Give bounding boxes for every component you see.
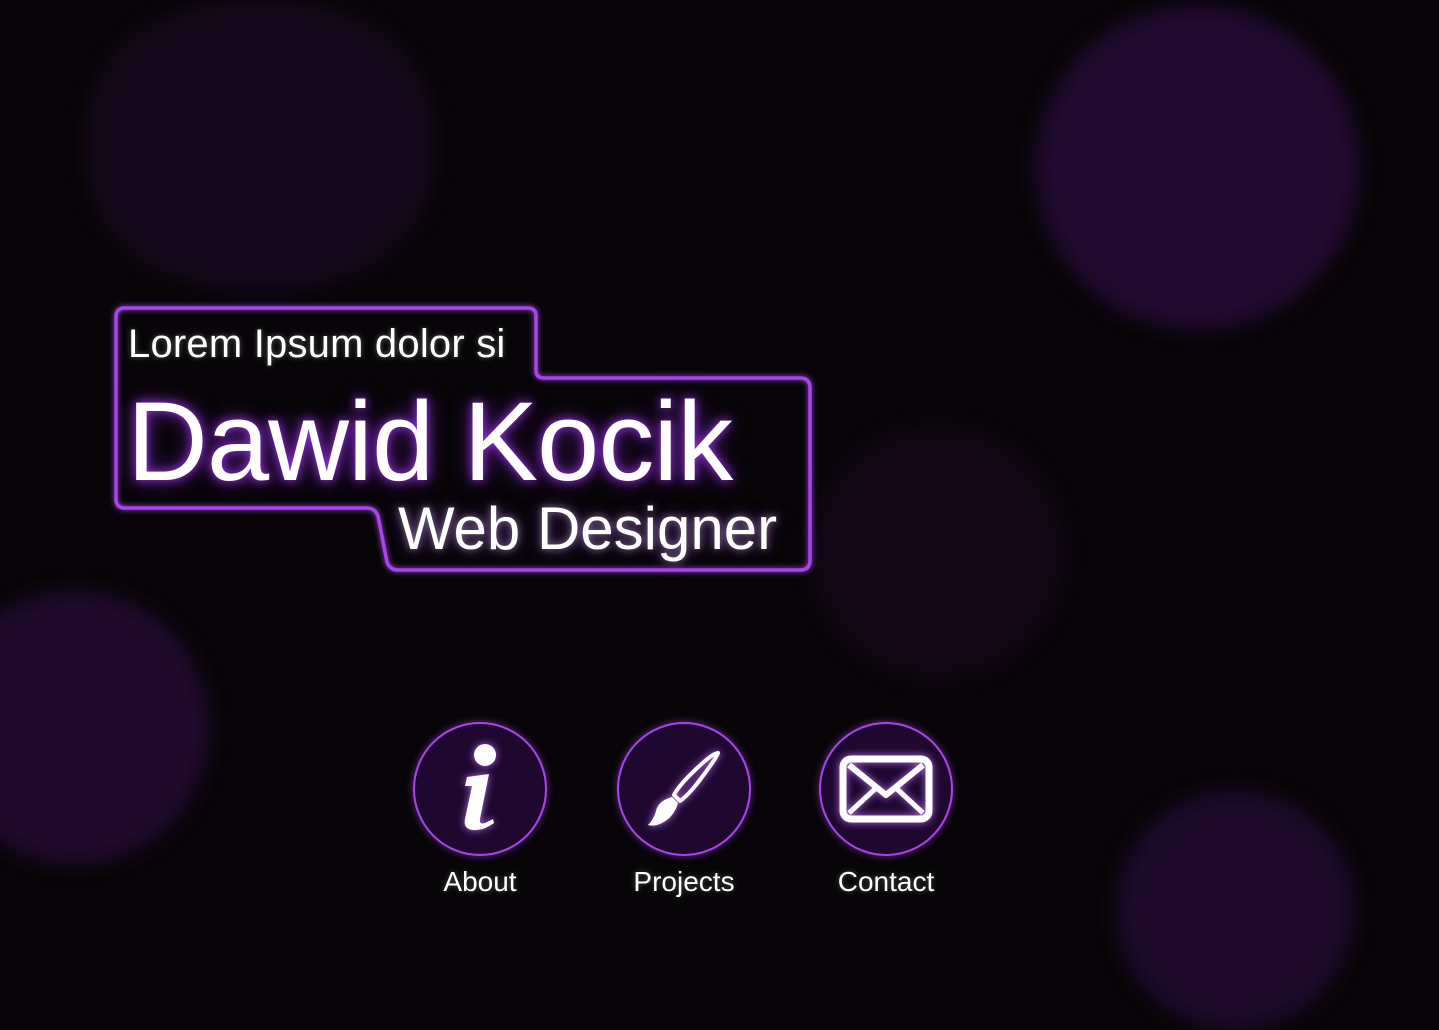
nav-contact[interactable]: Contact: [796, 722, 976, 900]
nav-contact-label: Contact: [837, 866, 935, 897]
nav-about-label: About: [443, 866, 517, 897]
page-title: Dawid Kocik: [127, 379, 733, 504]
info-icon: [464, 744, 496, 831]
tagline: Lorem Ipsum dolor si: [128, 322, 506, 366]
about-button[interactable]: [413, 722, 547, 856]
projects-button[interactable]: [617, 722, 751, 856]
paintbrush-icon: [648, 751, 720, 826]
role-subtitle: Web Designer: [398, 495, 778, 562]
envelope-icon: [839, 755, 933, 823]
contact-button[interactable]: [819, 722, 953, 856]
nav-about[interactable]: About: [390, 722, 570, 900]
nav-projects[interactable]: Projects: [594, 722, 774, 900]
nav-projects-label: Projects: [633, 866, 735, 897]
